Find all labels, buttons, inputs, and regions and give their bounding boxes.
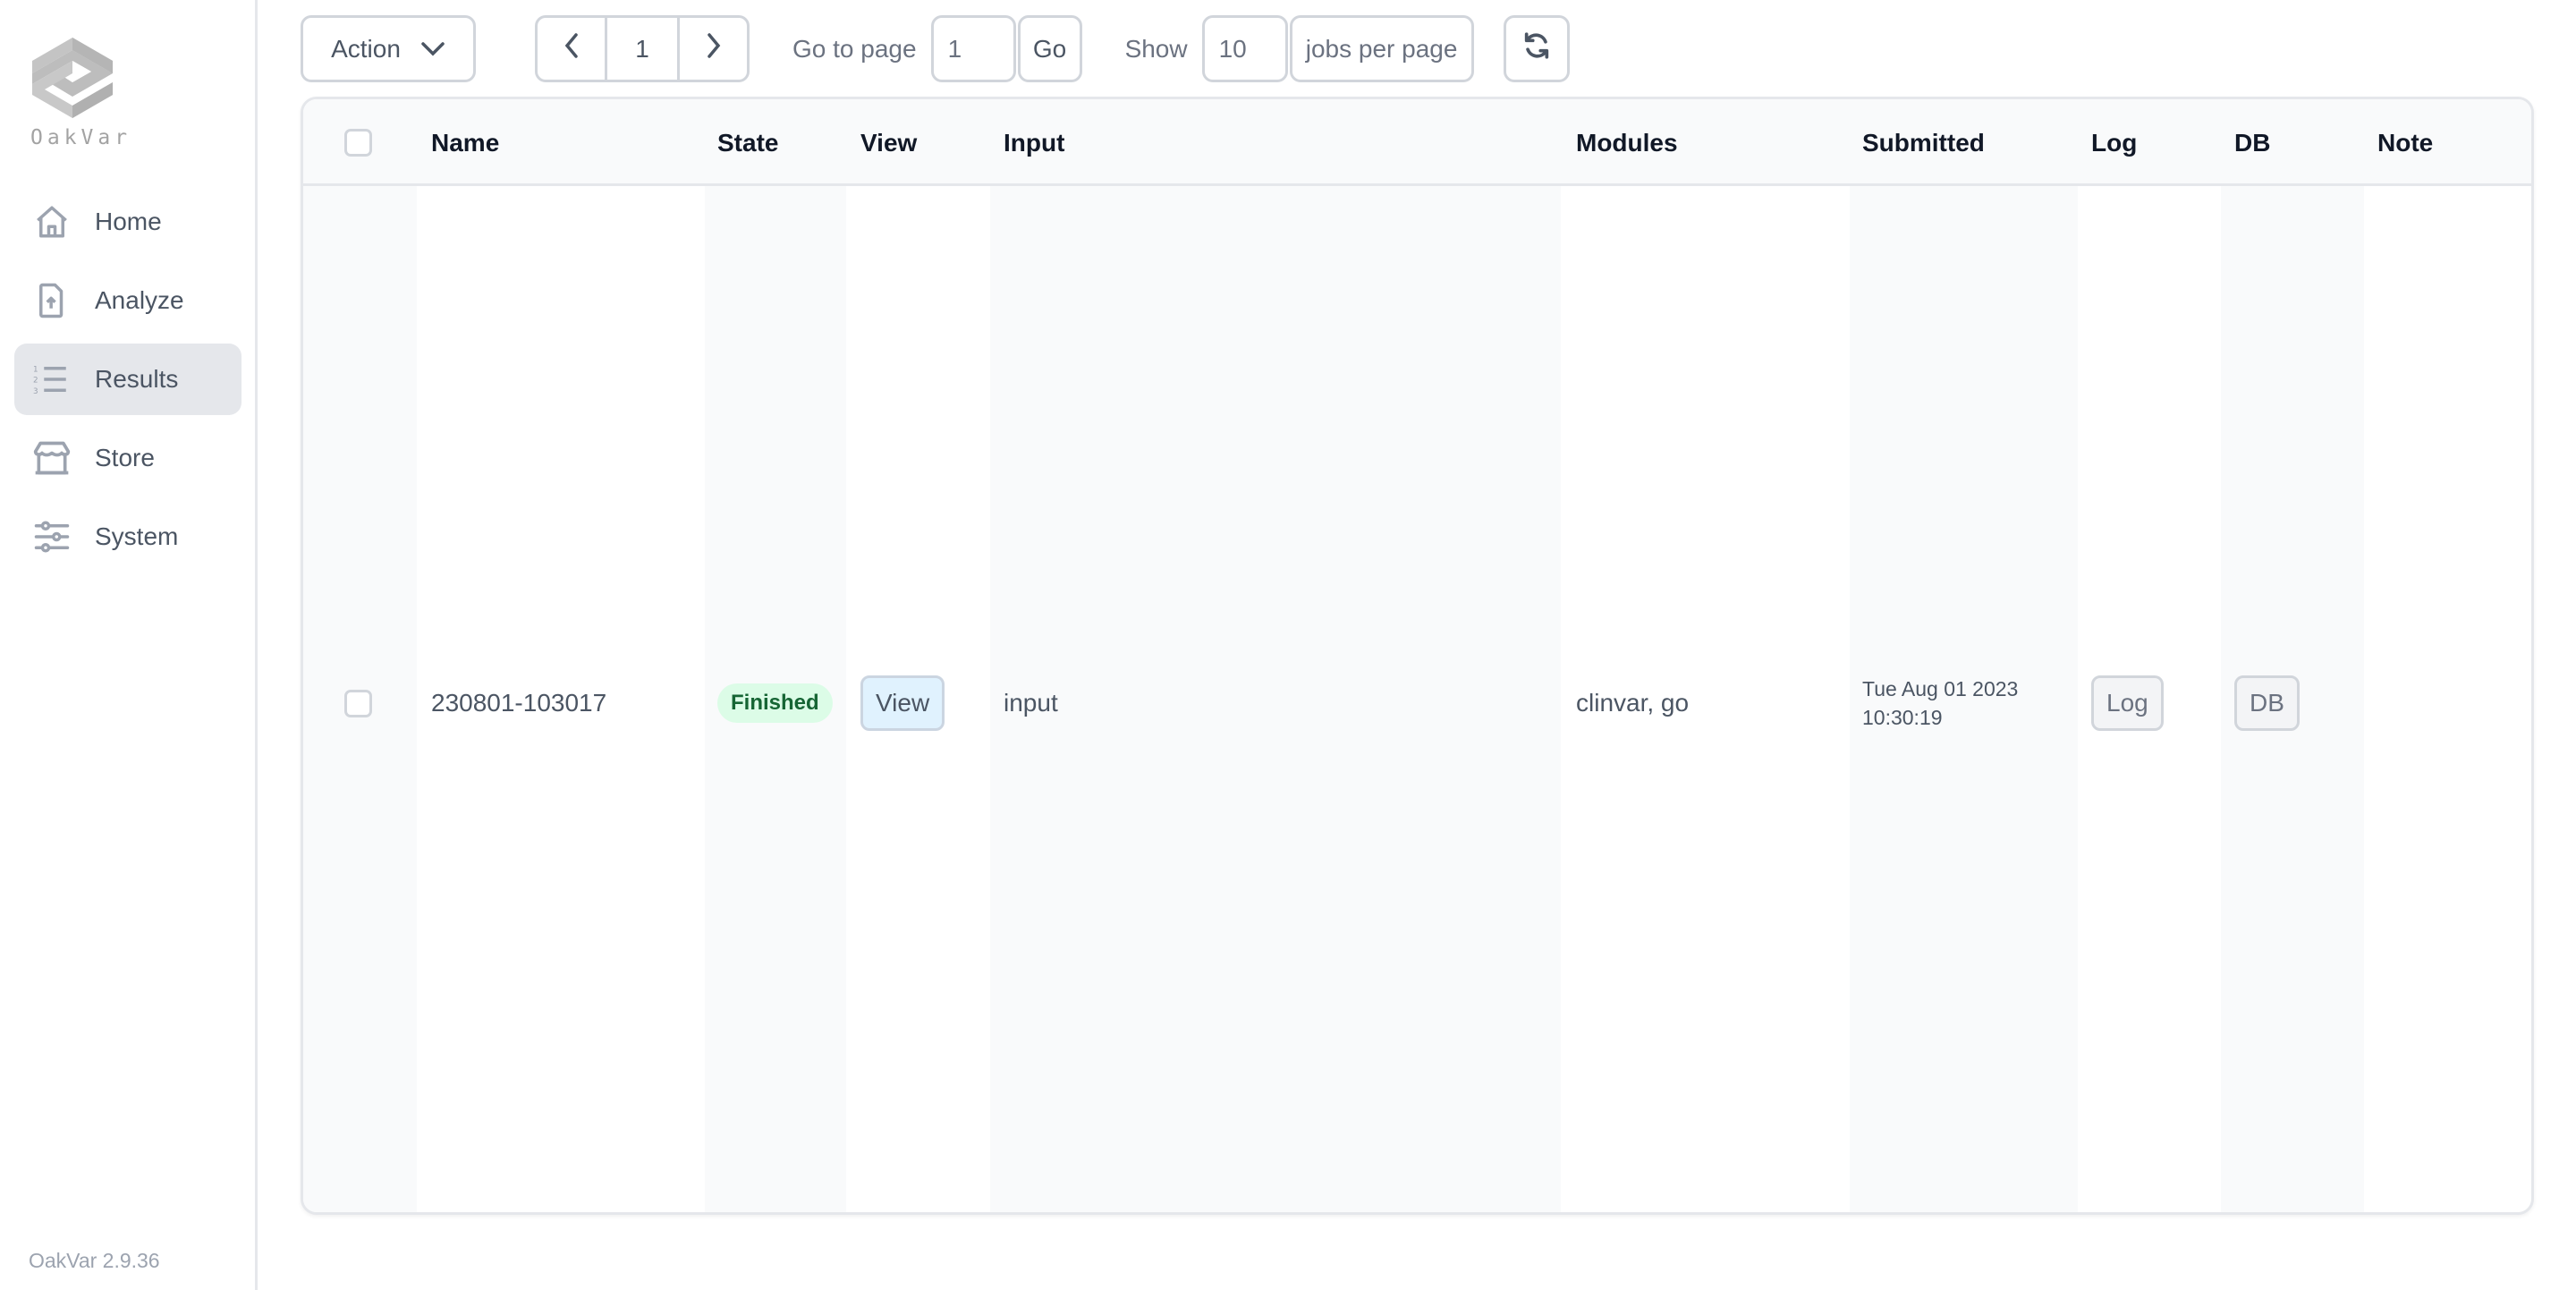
log-cell: Log	[2091, 189, 2164, 1212]
sidebar-item-analyze[interactable]: Analyze	[14, 265, 242, 336]
sidebar-item-home[interactable]: Home	[14, 186, 242, 258]
row-checkbox[interactable]	[344, 689, 372, 717]
sidebar: OakVar Home Analyze 1 23 Results Store Sy…	[0, 0, 258, 1290]
column-header-view: View	[860, 128, 918, 157]
file-upload-icon	[32, 281, 72, 320]
sidebar-item-label: Home	[95, 208, 162, 235]
numbered-list-icon: 1 23	[32, 360, 72, 399]
jobs-per-page-label: jobs per page	[1289, 15, 1474, 82]
jobs-per-page-input[interactable]: 10	[1201, 15, 1288, 82]
table-row[interactable]: 230801-103017 Finished View input clinva…	[303, 189, 2531, 1212]
column-header-submitted[interactable]: Submitted	[1862, 99, 1985, 186]
go-button[interactable]: Go	[1017, 15, 1082, 82]
row-select-cell	[344, 189, 372, 1212]
show-label: Show	[1124, 34, 1188, 63]
action-dropdown-button[interactable]: Action	[301, 15, 476, 82]
next-page-button[interactable]	[680, 18, 747, 80]
chevron-right-icon	[706, 32, 722, 65]
submitted-time: 10:30:19	[1862, 706, 1943, 729]
storefront-icon	[32, 438, 72, 478]
view-button[interactable]: View	[860, 675, 945, 731]
home-icon	[32, 202, 72, 242]
select-all-cell	[344, 99, 372, 186]
column-header-modules[interactable]: Modules	[1576, 99, 1678, 186]
svg-text:1: 1	[33, 365, 38, 374]
version-label: OakVar 2.9.36	[29, 1249, 160, 1272]
go-to-page-input[interactable]: 1	[930, 15, 1016, 82]
sidebar-nav: Home Analyze 1 23 Results Store System	[14, 186, 242, 580]
submitted-cell: Tue Aug 01 2023 10:30:19	[1862, 189, 2019, 1212]
status-badge: Finished	[717, 683, 833, 723]
previous-page-button[interactable]	[538, 18, 605, 80]
logo-text: OakVar	[30, 126, 132, 149]
input-value: input	[1004, 689, 1058, 717]
sidebar-item-label: Analyze	[95, 286, 184, 314]
chevron-down-icon	[420, 35, 445, 64]
submitted-date: Tue Aug 01 2023	[1862, 677, 2019, 700]
oakvar-logo-icon[interactable]	[32, 38, 113, 118]
action-label: Action	[331, 34, 401, 63]
sidebar-item-label: Results	[95, 365, 179, 393]
state-cell: Finished	[717, 189, 833, 1212]
column-header-input[interactable]: Input	[1004, 99, 1064, 186]
view-cell: View	[860, 189, 945, 1212]
sidebar-item-results[interactable]: 1 23 Results	[14, 344, 242, 415]
column-header-log: Log	[2091, 128, 2138, 157]
current-page: 1	[605, 18, 680, 80]
select-all-checkbox[interactable]	[344, 129, 372, 157]
table-header: Name State View Input Modules Submitted …	[303, 99, 2531, 186]
refresh-button[interactable]	[1503, 15, 1570, 82]
go-to-page-label: Go to page	[792, 34, 917, 63]
job-name: 230801-103017	[431, 689, 607, 717]
sidebar-item-label: System	[95, 522, 179, 550]
sidebar-item-store[interactable]: Store	[14, 422, 242, 494]
column-header-state[interactable]: State	[717, 99, 778, 186]
svg-text:2: 2	[33, 377, 38, 386]
jobs-table: Name State View Input Modules Submitted …	[301, 97, 2534, 1215]
db-button[interactable]: DB	[2234, 675, 2300, 731]
column-header-note: Note	[2377, 128, 2434, 157]
pagination: 1	[535, 15, 750, 82]
chevron-left-icon	[564, 32, 580, 65]
db-cell: DB	[2234, 189, 2300, 1212]
jobs-toolbar: Action 1 Go to page 1 Go Show 10 jobs pe…	[301, 15, 1570, 82]
sidebar-item-system[interactable]: System	[14, 501, 242, 573]
sliders-icon	[32, 517, 72, 556]
column-header-name[interactable]: Name	[431, 99, 499, 186]
modules-value: clinvar, go	[1576, 689, 1690, 717]
column-header-db: DB	[2234, 128, 2271, 157]
svg-text:3: 3	[33, 387, 38, 396]
log-button[interactable]: Log	[2091, 675, 2164, 731]
refresh-icon	[1521, 30, 1552, 67]
sidebar-item-label: Store	[95, 444, 155, 471]
